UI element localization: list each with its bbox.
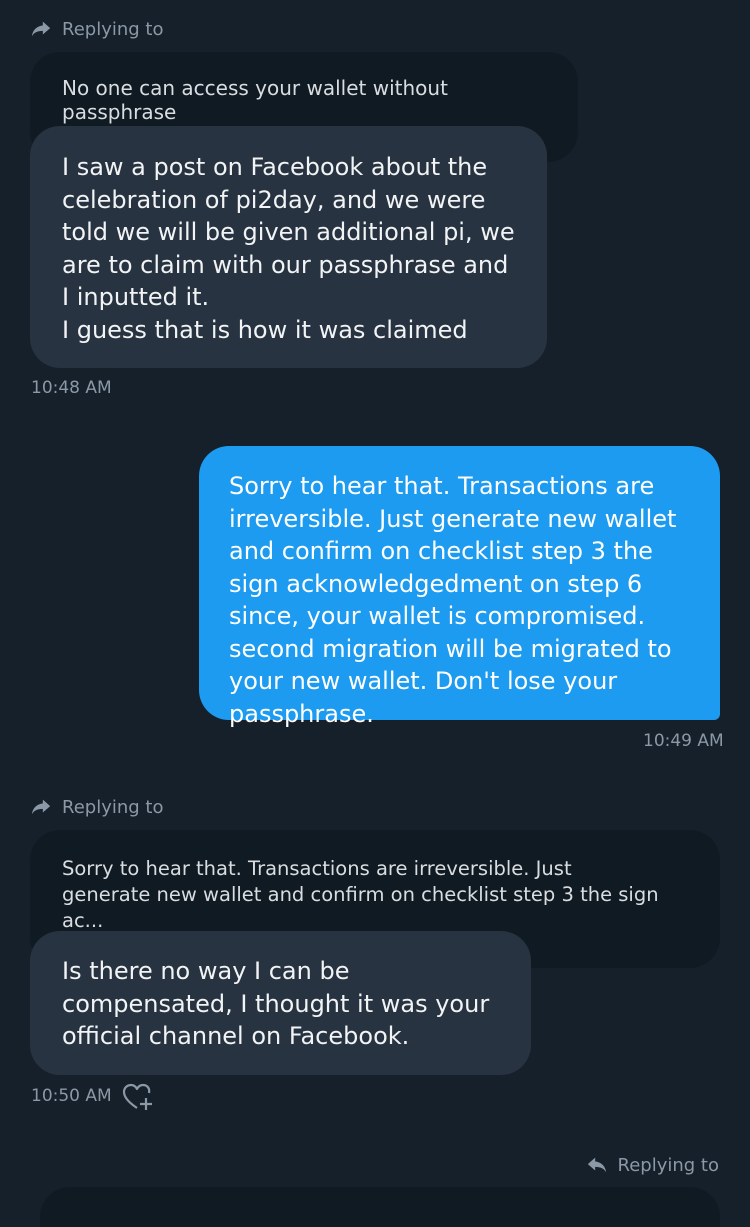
message-text: Is there no way I can be compensated, I … (62, 957, 490, 1050)
quoted-message-3[interactable] (40, 1187, 720, 1227)
timestamp-2: 10:49 AM (643, 731, 724, 751)
replying-to-label-1: Replying to (30, 18, 163, 40)
reply-arrow-icon (587, 1157, 606, 1173)
replying-to-label-3: Replying to (586, 1154, 719, 1176)
timestamp-1: 10:48 AM (31, 378, 112, 398)
reply-arrow-icon (31, 799, 51, 815)
incoming-message-2[interactable]: Is there no way I can be compensated, I … (30, 931, 531, 1075)
replying-to-text: Replying to (62, 796, 164, 818)
heart-plus-icon (122, 1083, 152, 1110)
replying-to-text: Replying to (617, 1154, 719, 1176)
replying-to-text: Replying to (62, 18, 164, 40)
react-button[interactable] (122, 1083, 154, 1111)
quoted-message-text: No one can access your wallet without pa… (62, 76, 448, 124)
timestamp-3: 10:50 AM (31, 1086, 112, 1106)
reply-arrow-icon (31, 21, 51, 37)
incoming-message-1[interactable]: I saw a post on Facebook about the celeb… (30, 126, 547, 368)
replying-to-label-2: Replying to (30, 796, 163, 818)
quoted-message-text: Sorry to hear that. Transactions are irr… (62, 857, 659, 932)
message-text: I saw a post on Facebook about the celeb… (62, 153, 515, 344)
message-text: Sorry to hear that. Transactions are irr… (229, 472, 677, 728)
outgoing-message[interactable]: Sorry to hear that. Transactions are irr… (199, 446, 720, 728)
